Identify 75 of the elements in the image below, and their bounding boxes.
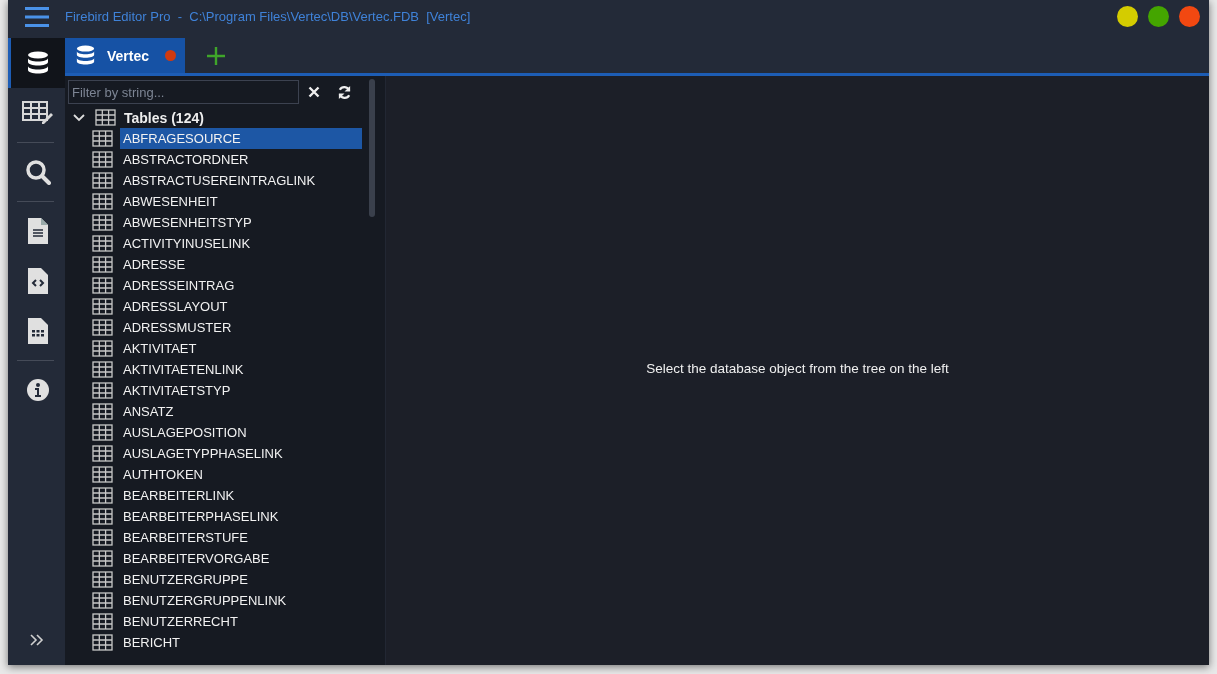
table-icon [92, 466, 113, 483]
table-icon [92, 214, 113, 231]
tree-item[interactable]: BERICHT [120, 632, 362, 653]
window-control[interactable] [1117, 6, 1138, 27]
table-icon [92, 550, 113, 567]
table-icon [92, 256, 113, 273]
table-icon [92, 277, 113, 294]
tree-item[interactable]: ABFRAGESOURCE [120, 128, 362, 149]
tree-item[interactable]: BENUTZERRECHT [120, 611, 362, 632]
search-icon [25, 159, 51, 185]
table-icon [92, 382, 113, 399]
table-icon [92, 235, 113, 252]
table-icon [92, 424, 113, 441]
table-icon [92, 403, 113, 420]
table-icon [92, 361, 113, 378]
table-icon [92, 151, 113, 168]
info-icon [27, 379, 49, 401]
table-icon [92, 529, 113, 546]
table-icon [92, 634, 113, 651]
table-icon [92, 193, 113, 210]
tree-item[interactable]: BEARBEITERPHASELINK [120, 506, 362, 527]
window-title: Firebird Editor Pro - C:\Program Files\Vertec\DB\Vertec.FDB [Vertec] [65, 9, 471, 24]
double-chevron-icon [29, 633, 44, 647]
table-icon [92, 319, 113, 336]
tree-item[interactable]: ADRESSEINTRAG [120, 275, 362, 296]
table-icon [92, 298, 113, 315]
window-control[interactable] [1179, 6, 1200, 27]
plus-icon [207, 46, 225, 65]
tree-item[interactable]: ACTIVITYINUSELINK [120, 233, 362, 254]
code-file-icon [28, 268, 48, 294]
spreadsheet-file-icon [28, 318, 48, 344]
chevron-down-icon [73, 113, 85, 122]
tree-item[interactable]: ADRESSLAYOUT [120, 296, 362, 317]
filter-field[interactable]: Filter by string... [68, 80, 299, 104]
tree-item[interactable]: AUSLAGETYPPHASELINK [120, 443, 362, 464]
tab[interactable]: Vertec [65, 38, 185, 73]
tree-item[interactable]: AKTIVITAETSTYP [120, 380, 362, 401]
tree-item[interactable]: BENUTZERGRUPPENLINK [120, 590, 362, 611]
table-icon [92, 445, 113, 462]
table-icon [92, 571, 113, 588]
tree-item[interactable]: ADRESSMUSTER [120, 317, 362, 338]
table-icon [95, 109, 116, 126]
close-icon [308, 86, 320, 98]
tree-item[interactable]: ANSATZ [120, 401, 362, 422]
tree-item[interactable]: AUTHTOKEN [120, 464, 362, 485]
menu-icon[interactable] [25, 6, 49, 27]
document-icon [28, 218, 48, 244]
tree-item[interactable]: BEARBEITERSTUFE [120, 527, 362, 548]
table-icon [92, 508, 113, 525]
refresh-icon [336, 84, 352, 100]
database-icon [27, 51, 49, 75]
table-icon [92, 613, 113, 630]
tree-item[interactable]: ADRESSE [120, 254, 362, 275]
tree-item[interactable]: ABSTRACTUSEREINTRAGLINK [120, 170, 362, 191]
database-icon [76, 45, 95, 66]
table-edit-icon [22, 100, 54, 126]
tree-item[interactable]: AUSLAGEPOSITION [120, 422, 362, 443]
scrollbar[interactable] [369, 79, 375, 217]
tree-group-label[interactable]: Tables (124) [124, 109, 204, 126]
empty-state-message: Select the database object from the tree on the left [646, 361, 949, 376]
tree-item[interactable]: AKTIVITAET [120, 338, 362, 359]
tree-item[interactable]: ABWESENHEIT [120, 191, 362, 212]
table-icon [92, 340, 113, 357]
tree-item[interactable]: AKTIVITAETENLINK [120, 359, 362, 380]
window-control[interactable] [1148, 6, 1169, 27]
table-icon [92, 487, 113, 504]
tree-item[interactable]: ABSTRACTORDNER [120, 149, 362, 170]
table-icon [92, 592, 113, 609]
table-icon [92, 130, 113, 147]
tree-item[interactable]: BENUTZERGRUPPE [120, 569, 362, 590]
sidebar-item[interactable] [8, 38, 65, 88]
tree-item[interactable]: ABWESENHEITSTYP [120, 212, 362, 233]
table-icon [92, 172, 113, 189]
tree-item[interactable]: BEARBEITERLINK [120, 485, 362, 506]
tree-item[interactable]: BEARBEITERVORGABE [120, 548, 362, 569]
